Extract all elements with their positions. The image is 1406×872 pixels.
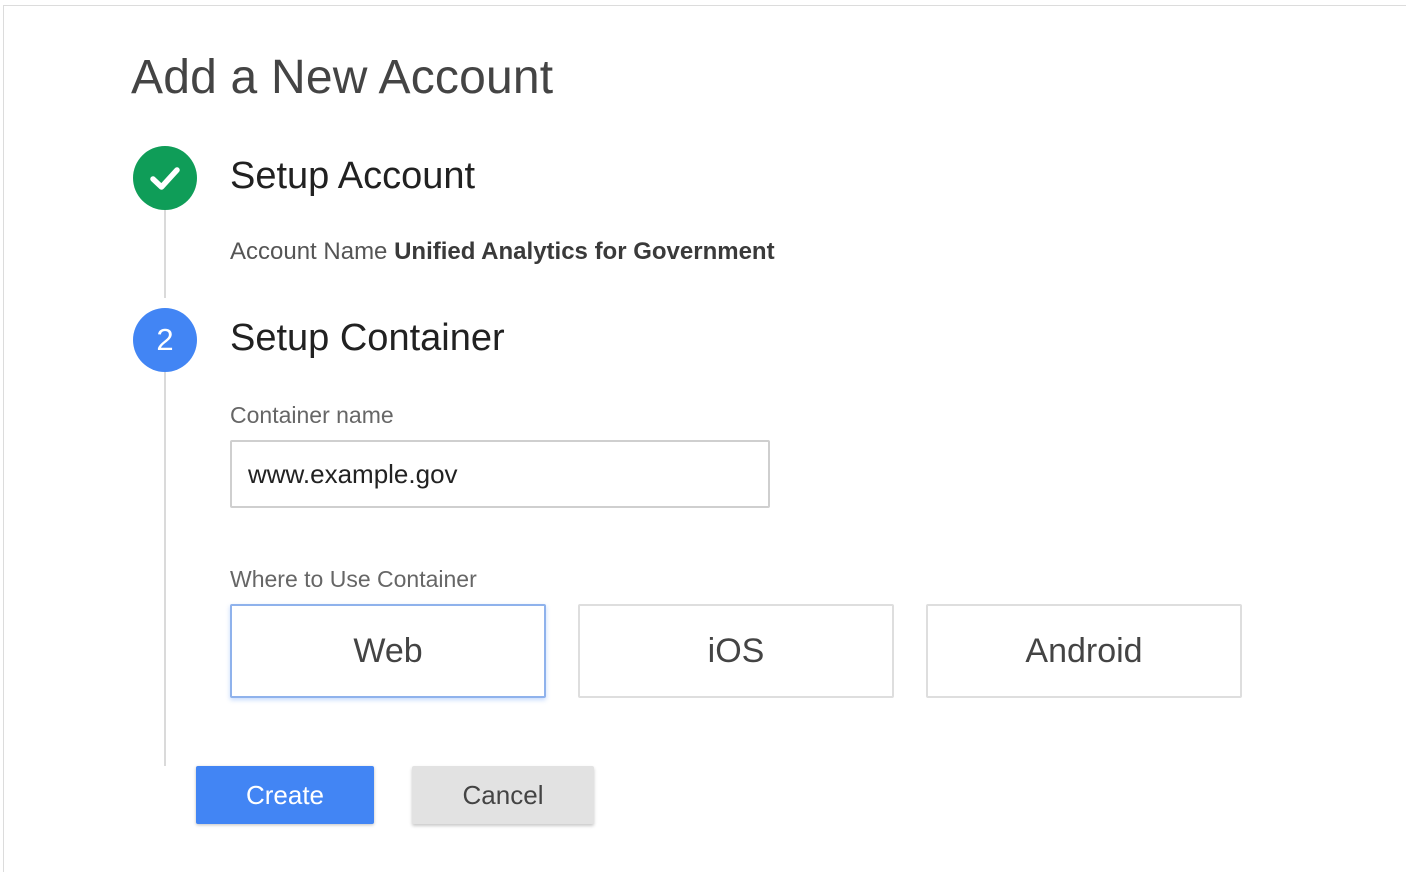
platform-ios-option[interactable]: iOS xyxy=(578,604,894,698)
cancel-button[interactable]: Cancel xyxy=(412,766,594,824)
step-2-indicator: 2 xyxy=(133,308,197,372)
step-connector-line xyxy=(164,210,166,298)
account-name-value: Unified Analytics for Government xyxy=(394,238,775,265)
page-title: Add a New Account xyxy=(131,51,554,104)
dialog-panel xyxy=(3,5,1406,872)
platform-android-option[interactable]: Android xyxy=(926,604,1242,698)
platform-web-option[interactable]: Web xyxy=(230,604,546,698)
check-icon xyxy=(150,167,180,190)
account-name-label: Account Name xyxy=(230,238,388,265)
step-2-title: Setup Container xyxy=(230,317,505,359)
step-1-complete-indicator xyxy=(133,146,197,210)
step-connector-line xyxy=(164,372,166,766)
where-to-use-label: Where to Use Container xyxy=(230,566,477,592)
step-1-title: Setup Account xyxy=(230,155,476,197)
create-button[interactable]: Create xyxy=(196,766,374,824)
account-name-summary: Account Name Unified Analytics for Gover… xyxy=(230,238,775,266)
container-name-input[interactable] xyxy=(230,440,770,508)
container-name-label: Container name xyxy=(230,402,394,428)
